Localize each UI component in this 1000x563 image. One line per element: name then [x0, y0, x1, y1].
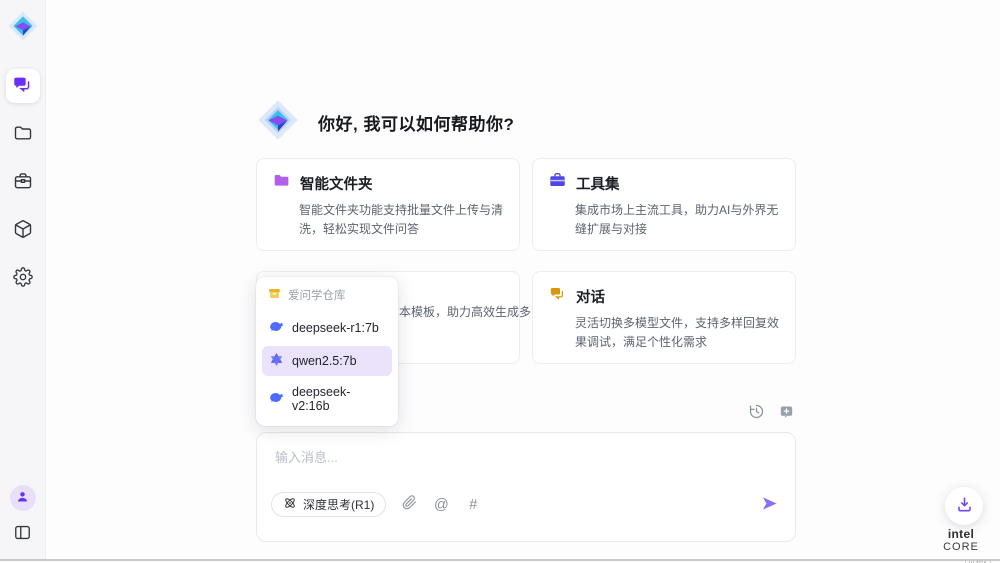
- card-smart-folder[interactable]: 智能文件夹 智能文件夹功能支持批量文件上传与清洗，轻松实现文件问答: [256, 158, 520, 251]
- card-conversation[interactable]: 对话 灵活切换多模型文件，支持多样回复效果调试，满足个性化需求: [532, 271, 796, 364]
- download-button[interactable]: [945, 487, 983, 525]
- briefcase-icon: [549, 172, 566, 194]
- deepseek-whale-icon: [269, 390, 284, 408]
- card-title: 对话: [576, 286, 605, 307]
- sidebar-item-models[interactable]: [6, 213, 40, 247]
- paperclip-icon: [402, 495, 417, 514]
- atom-icon: [283, 496, 297, 513]
- attach-file-button[interactable]: [400, 496, 418, 514]
- model-option-label: deepseek-r1:7b: [292, 321, 379, 335]
- card-title: 智能文件夹: [300, 173, 373, 194]
- greeting-title: 你好, 我可以如何帮助你?: [318, 110, 514, 135]
- app-logo-icon: [6, 9, 40, 43]
- sidebar-nav: [6, 69, 40, 295]
- deep-think-label: 深度思考(R1): [303, 496, 374, 513]
- chat-icon: [12, 74, 33, 98]
- model-dropdown: 爱问学仓库 deepseek-r1:7b qwen2.5:7b: [256, 277, 398, 426]
- card-description: 智能文件夹功能支持批量文件上传与清洗，轻松实现文件问答: [299, 201, 503, 238]
- model-option-label: qwen2.5:7b: [292, 354, 357, 368]
- sidebar-item-chat[interactable]: [6, 69, 40, 103]
- sidebar-item-toolbox[interactable]: [6, 165, 40, 199]
- new-chat-icon: [778, 403, 795, 423]
- card-description: 集成市场上主流工具，助力AI与外界无缝扩展与对接: [575, 201, 779, 238]
- user-avatar-icon: [15, 489, 30, 507]
- chat-actions: [746, 403, 796, 423]
- model-option-label: deepseek-v2:16b: [292, 385, 385, 413]
- repo-box-icon: [268, 287, 281, 303]
- app-window: 你好, 我可以如何帮助你? 智能文件夹 智能文件夹功能支持批量文件上传与清洗，轻…: [0, 0, 1000, 563]
- collapse-sidebar-button[interactable]: [10, 521, 36, 547]
- intel-core-logo: intel core ultra: [929, 528, 993, 563]
- chat-bubbles-icon: [549, 285, 566, 307]
- sidebar-item-folders[interactable]: [6, 117, 40, 151]
- sidebar-bottom: [10, 485, 36, 547]
- deepseek-whale-icon: [269, 319, 284, 337]
- core-wordmark: core: [943, 541, 979, 553]
- greeting: 你好, 我可以如何帮助你?: [256, 98, 514, 147]
- at-icon: @: [434, 497, 449, 513]
- new-chat-button[interactable]: [776, 403, 796, 423]
- card-toolset[interactable]: 工具集 集成市场上主流工具，助力AI与外界无缝扩展与对接: [532, 158, 796, 251]
- settings-gear-icon: [13, 267, 33, 290]
- user-avatar[interactable]: [10, 485, 36, 511]
- window-bottom-border: [0, 559, 1000, 561]
- composer-controls: 深度思考(R1) @ #: [271, 492, 779, 517]
- folder-icon: [13, 123, 33, 146]
- download-icon: [955, 495, 974, 517]
- send-button[interactable]: [760, 494, 779, 516]
- qwen-icon: [269, 352, 284, 370]
- model-cube-icon: [13, 219, 33, 242]
- sidebar: [0, 0, 46, 561]
- deep-think-toggle[interactable]: 深度思考(R1): [271, 492, 386, 517]
- toolbox-icon: [13, 171, 33, 194]
- model-option-qwen[interactable]: qwen2.5:7b: [262, 346, 392, 376]
- intel-wordmark: intel: [948, 527, 974, 541]
- message-input[interactable]: [257, 433, 795, 483]
- model-repo-label: 爱问学仓库: [288, 287, 346, 303]
- send-icon: [760, 494, 779, 516]
- history-button[interactable]: [746, 403, 766, 423]
- card-description: 灵活切换多模型文件，支持多样回复效果调试，满足个性化需求: [575, 314, 779, 351]
- model-repo-group: 爱问学仓库: [262, 284, 392, 310]
- card-title: 工具集: [576, 173, 620, 194]
- folder-icon: [273, 172, 290, 194]
- sidebar-item-settings[interactable]: [6, 261, 40, 295]
- composer: 深度思考(R1) @ #: [256, 432, 796, 542]
- prompt-tag-button[interactable]: #: [464, 496, 482, 514]
- hash-icon: #: [469, 497, 477, 513]
- mention-button[interactable]: @: [432, 496, 450, 514]
- history-clock-icon: [748, 403, 765, 423]
- collapse-panel-icon: [13, 523, 32, 545]
- model-option-deepseek-v2[interactable]: deepseek-v2:16b: [262, 379, 392, 419]
- greeting-logo-icon: [256, 98, 300, 147]
- model-option-deepseek-r1[interactable]: deepseek-r1:7b: [262, 313, 392, 343]
- card-description-fragment: 本模板，助力高效生成多: [399, 303, 531, 322]
